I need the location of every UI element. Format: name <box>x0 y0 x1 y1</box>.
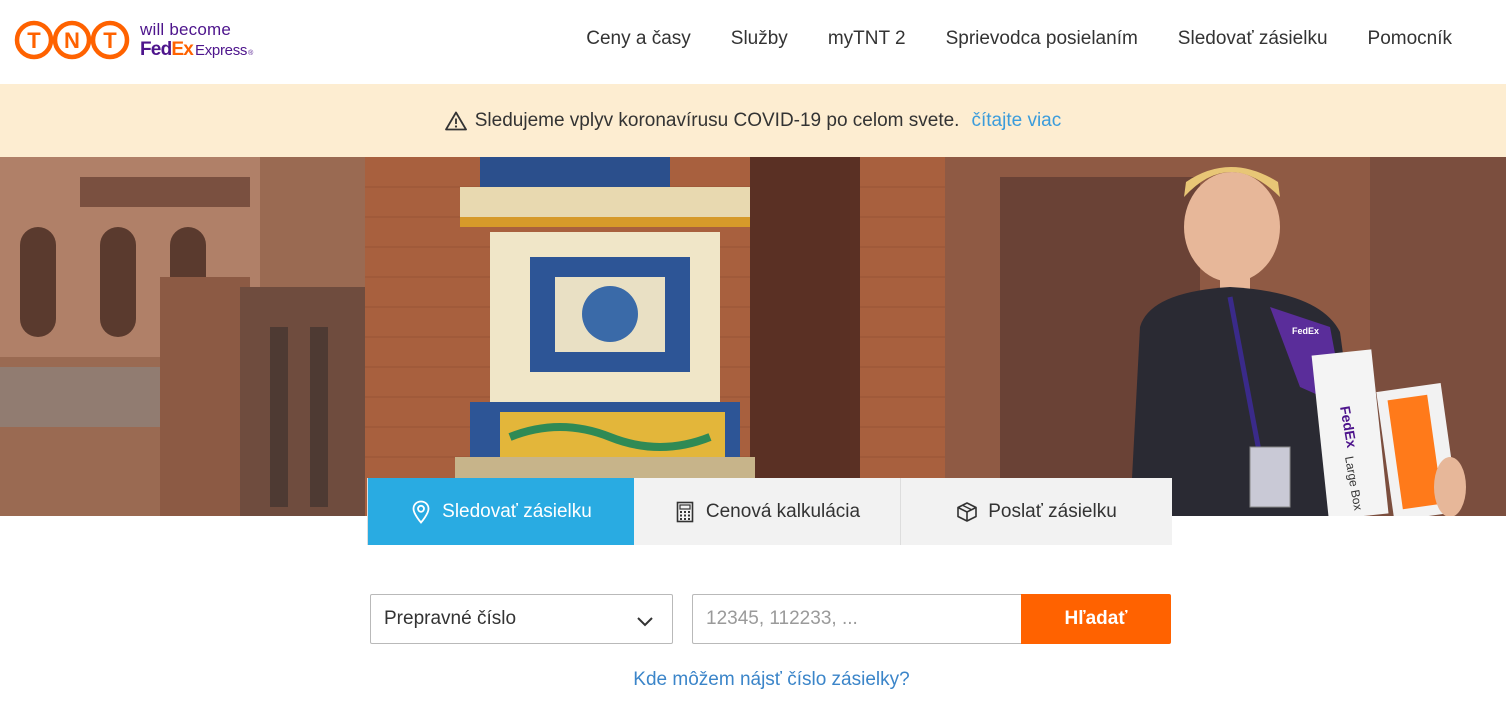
nav-item-prices-times[interactable]: Ceny a časy <box>586 24 691 54</box>
tab-price-calculator[interactable]: Cenová kalkulácia <box>634 478 901 545</box>
hero-image: FedEx FedEx Large Box <box>0 157 1506 516</box>
svg-text:FedEx: FedEx <box>1292 326 1319 336</box>
fedex-fed-text: Fed <box>140 39 172 60</box>
nav-item-help[interactable]: Pomocník <box>1368 24 1452 54</box>
nav-item-track-shipment[interactable]: Sledovať zásielku <box>1178 24 1328 54</box>
search-button[interactable]: Hľadať <box>1021 594 1171 644</box>
tracking-number-field <box>692 594 1022 644</box>
tnt-letter-t2: T <box>103 28 117 53</box>
package-box-icon <box>956 500 978 524</box>
fedex-express-text: Express <box>195 42 248 59</box>
find-tracking-number-link[interactable]: Kde môžem nájsť číslo zásielky? <box>0 669 1506 691</box>
warning-triangle-icon <box>444 111 467 131</box>
fedex-express-wordmark: Fed Ex Express ® <box>140 40 253 59</box>
tnt-fedex-logo[interactable]: T N T will become Fed Ex Express ® <box>14 12 284 68</box>
alert-message: Sledujeme vplyv koronavírusu COVID-19 po… <box>474 109 960 131</box>
tab-send-shipment[interactable]: Poslať zásielku <box>901 478 1172 545</box>
tnt-letter-n: N <box>64 28 80 53</box>
registered-mark: ® <box>248 50 254 57</box>
fedex-ex-text: Ex <box>171 39 194 60</box>
tab-calculator-label: Cenová kalkulácia <box>705 500 861 522</box>
alert-read-more-link[interactable]: čítajte viac <box>971 110 1061 132</box>
fedex-tagline: will become Fed Ex Express ® <box>140 21 253 59</box>
calculator-icon <box>674 500 696 524</box>
site-header: T N T will become Fed Ex Express ® Ceny a č… <box>0 0 1506 84</box>
tracking-number-input[interactable] <box>693 595 1022 643</box>
tagline-text: will become <box>140 20 232 39</box>
tab-send-label: Poslať zásielku <box>988 500 1117 522</box>
tnt-letter-t1: T <box>27 28 41 53</box>
covid-alert-banner: Sledujeme vplyv koronavírusu COVID-19 po… <box>0 84 1506 157</box>
chevron-down-icon <box>636 612 654 627</box>
nav-item-mytnt2[interactable]: myTNT 2 <box>828 24 906 54</box>
tracking-type-select[interactable]: Prepravné číslo <box>370 594 673 644</box>
tracking-type-value: Prepravné číslo <box>384 608 517 629</box>
tab-track-label: Sledovať zásielku <box>442 500 592 522</box>
nav-item-shipping-guide[interactable]: Sprievodca posielaním <box>946 24 1138 54</box>
tnt-logo-icon: T N T <box>14 18 130 62</box>
location-pin-icon <box>410 500 432 524</box>
main-nav: Ceny a časy Služby myTNT 2 Sprievodca po… <box>546 24 1452 54</box>
tab-track-shipment[interactable]: Sledovať zásielku <box>368 478 634 545</box>
nav-item-services[interactable]: Služby <box>731 24 788 54</box>
service-tabs: Sledovať zásielku Cenová kalkulácia Posl… <box>367 478 1172 545</box>
